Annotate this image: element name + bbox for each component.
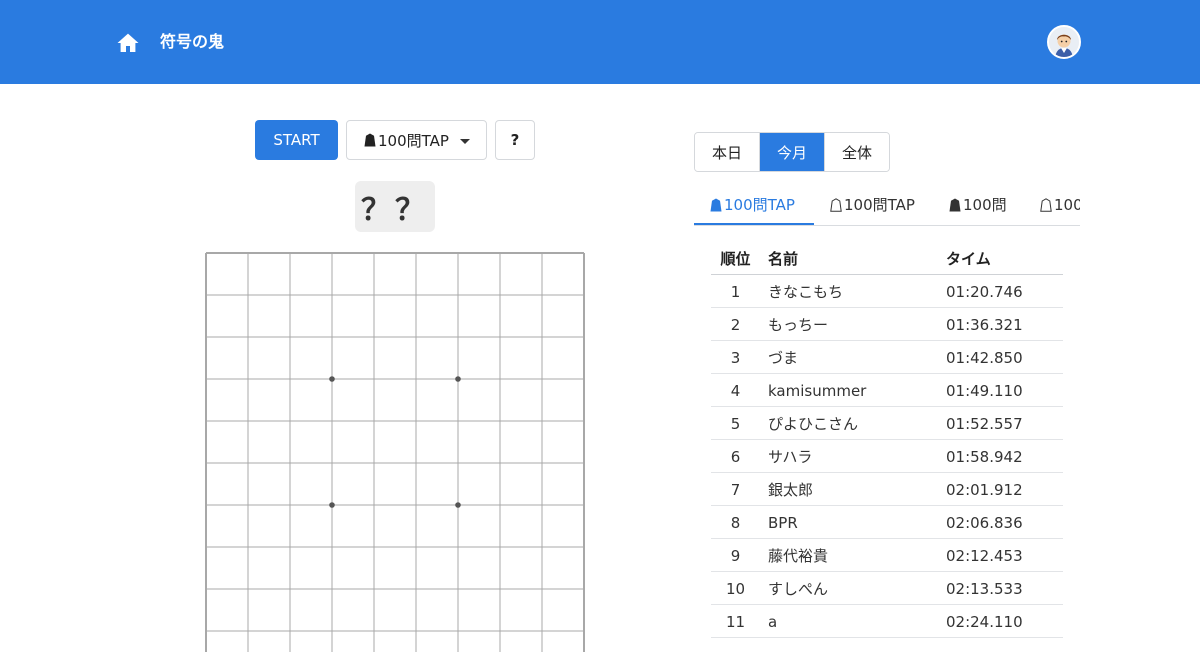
time-cell: 02:24.110 xyxy=(946,613,1023,631)
home-button[interactable] xyxy=(116,31,140,55)
time-cell: 01:58.942 xyxy=(946,448,1023,466)
time-cell: 01:49.110 xyxy=(946,382,1023,400)
rank-cell: 9 xyxy=(730,547,741,565)
rank-cell: 2 xyxy=(730,316,741,334)
rank-cell: 3 xyxy=(730,349,741,367)
name-cell: BPR xyxy=(768,514,798,532)
name-cell: もっちー xyxy=(768,316,829,334)
app-bar: 符号の鬼 xyxy=(0,0,1200,84)
name-cell: 藤代裕貴 xyxy=(768,547,829,565)
time-cell: 02:13.533 xyxy=(946,580,1023,598)
tab-label: 100問TAP xyxy=(724,196,795,214)
rank-cell: 7 xyxy=(730,481,741,499)
active-tab-indicator xyxy=(694,223,814,225)
start-button[interactable]: START xyxy=(255,120,338,160)
ranking-table: 順位 名前 タイム 1 きなこもち 01:20.746 2 もっちー 01:36.321 3… xyxy=(711,242,1063,638)
rank-cell: 1 xyxy=(730,283,741,301)
rank-cell: 5 xyxy=(730,415,741,433)
mode-select-label: 100問TAP xyxy=(378,131,449,150)
tab-100-filled[interactable]: 100問 xyxy=(949,194,1007,215)
shogi-piece-filled-icon xyxy=(949,198,961,211)
name-cell: サハラ xyxy=(768,448,813,466)
tab-all-time[interactable]: 全体 xyxy=(824,133,889,171)
time-cell: 02:12.453 xyxy=(946,547,1023,565)
rank-cell: 6 xyxy=(730,448,741,466)
name-cell: 銀太郎 xyxy=(768,481,814,499)
tab-this-month[interactable]: 今月 xyxy=(759,133,824,171)
rank-cell: 8 xyxy=(730,514,741,532)
shogi-piece-outline-icon xyxy=(830,197,842,212)
table-row: 4 kamisummer 01:49.110 xyxy=(711,374,1063,407)
table-row: 3 づま 01:42.850 xyxy=(711,341,1063,374)
table-row: 1 きなこもち 01:20.746 xyxy=(711,275,1063,308)
help-button[interactable]: ? xyxy=(495,120,535,160)
column-header-name: 名前 xyxy=(768,250,799,268)
table-row: 8 BPR 02:06.836 xyxy=(711,506,1063,539)
name-cell: a xyxy=(768,613,778,631)
table-row: 5 ぴよひこさん 01:52.557 xyxy=(711,407,1063,440)
table-row: 9 藤代裕貴 02:12.453 xyxy=(711,539,1063,572)
name-cell: すしぺん xyxy=(768,580,829,598)
column-header-rank: 順位 xyxy=(720,250,751,268)
name-cell: kamisummer xyxy=(768,382,867,400)
star-point xyxy=(329,502,335,508)
category-tabs: 100問TAP 100問TAP 100問 100問 xyxy=(694,184,1080,226)
user-avatar[interactable] xyxy=(1047,25,1081,59)
time-cell: 02:01.912 xyxy=(946,481,1023,499)
column-header-time: タイム xyxy=(946,250,991,268)
table-row: 6 サハラ 01:58.942 xyxy=(711,440,1063,473)
table-row: 11 a 02:24.110 xyxy=(711,605,1063,638)
shogi-piece-outline-icon xyxy=(1040,197,1052,212)
shogi-piece-filled-icon xyxy=(364,133,376,147)
shogi-piece-filled-icon xyxy=(710,198,722,211)
name-cell: きなこもち xyxy=(768,283,844,301)
name-cell: ぴよひこさん xyxy=(768,415,859,433)
rank-cell: 4 xyxy=(730,382,741,400)
period-tabs: 本日 今月 全体 xyxy=(694,132,890,172)
star-point xyxy=(455,376,461,382)
shogi-board[interactable] xyxy=(205,252,586,652)
star-point xyxy=(455,502,461,508)
tab-today[interactable]: 本日 xyxy=(695,133,759,171)
tab-label: 100問 xyxy=(1054,196,1080,214)
time-cell: 01:42.850 xyxy=(946,349,1023,367)
tab-100-tap-outline[interactable]: 100問TAP xyxy=(830,194,915,215)
tab-100-outline[interactable]: 100問 xyxy=(1040,194,1080,215)
rank-cell: 11 xyxy=(725,613,746,631)
table-row: 2 もっちー 01:36.321 xyxy=(711,308,1063,341)
question-display: ？？ xyxy=(355,181,435,232)
table-row: 7 銀太郎 02:01.912 xyxy=(711,473,1063,506)
caret-down-icon xyxy=(460,139,470,144)
home-icon xyxy=(117,33,139,52)
app-title[interactable]: 符号の鬼 xyxy=(160,31,224,53)
time-cell: 01:52.557 xyxy=(946,415,1023,433)
table-header: 順位 名前 タイム xyxy=(711,242,1063,275)
name-cell: づま xyxy=(768,349,799,367)
board-grid xyxy=(205,252,585,652)
time-cell: 02:06.836 xyxy=(946,514,1023,532)
table-row: 10 すしぺん 02:13.533 xyxy=(711,572,1063,605)
tab-label: 100問TAP xyxy=(844,196,915,214)
mode-select[interactable]: 100問TAP xyxy=(346,120,487,160)
time-cell: 01:36.321 xyxy=(946,316,1023,334)
tab-100-tap-filled[interactable]: 100問TAP xyxy=(710,194,795,215)
tab-label: 100問 xyxy=(963,196,1007,214)
star-point xyxy=(329,376,335,382)
avatar-icon xyxy=(1049,27,1079,57)
rank-cell: 10 xyxy=(725,580,746,598)
time-cell: 01:20.746 xyxy=(946,283,1023,301)
